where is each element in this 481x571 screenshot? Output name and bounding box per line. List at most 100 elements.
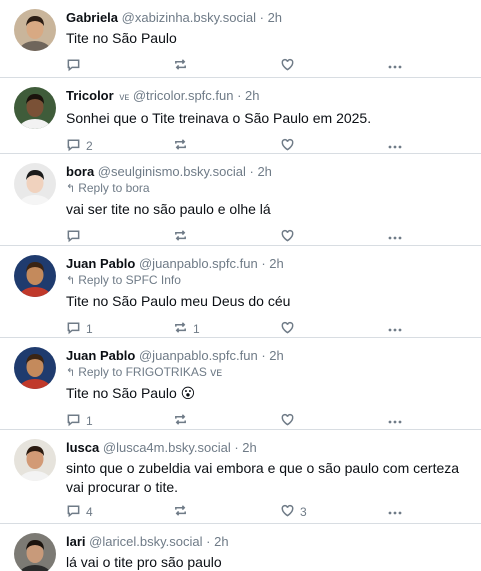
more-button[interactable] [387, 137, 403, 155]
author-name[interactable]: lari [66, 534, 86, 549]
reply-to-label[interactable]: ↰ Reply to FRIGOTRIKAS ᴠᴇ [66, 365, 473, 381]
reply-button[interactable]: 2 [66, 137, 173, 155]
author-handle[interactable]: @juanpablo.spfc.fun [139, 348, 258, 363]
author-handle[interactable]: @lusca4m.bsky.social [103, 440, 231, 455]
reply-button[interactable] [66, 228, 173, 246]
post[interactable]: bora @seulginismo.bsky.social · 2h ↰ Repl… [0, 154, 481, 246]
post-meta: Tricolor ᴠᴇ @tricolor.spfc.fun · 2h [66, 87, 473, 106]
author-handle[interactable]: @juanpablo.spfc.fun [139, 256, 258, 271]
more-button[interactable] [387, 412, 403, 430]
post[interactable]: lari @laricel.bsky.social · 2h lá vai o … [0, 524, 481, 571]
feed: Gabriela @xabizinha.bsky.social · 2h Tit… [0, 0, 481, 571]
repost-button[interactable] [173, 503, 280, 521]
repost-icon [173, 412, 188, 430]
more-icon [387, 137, 403, 155]
avatar[interactable] [14, 533, 56, 571]
like-button[interactable] [280, 412, 387, 430]
post[interactable]: Tricolor ᴠᴇ @tricolor.spfc.fun · 2h Sonh… [0, 78, 481, 154]
author-handle[interactable]: @seulginismo.bsky.social [98, 164, 246, 179]
post[interactable]: lusca @lusca4m.bsky.social · 2h sinto qu… [0, 430, 481, 524]
avatar[interactable] [14, 255, 56, 297]
reply-icon [66, 503, 81, 521]
reply-to-label[interactable]: ↰ Reply to bora [66, 181, 473, 197]
reply-arrow-icon: ↰ [66, 275, 76, 287]
post-actions: 1 1 [66, 320, 473, 338]
more-icon [387, 57, 403, 75]
post-meta: lari @laricel.bsky.social · 2h [66, 533, 473, 550]
reply-button[interactable]: 1 [66, 412, 173, 430]
repost-button[interactable] [173, 57, 280, 75]
more-icon [387, 320, 403, 338]
avatar[interactable] [14, 9, 56, 51]
post-content: lusca @lusca4m.bsky.social · 2h sinto qu… [66, 439, 473, 521]
heart-icon [280, 412, 295, 430]
reply-button[interactable]: 1 [66, 320, 173, 338]
author-handle[interactable]: @tricolor.spfc.fun [133, 88, 234, 103]
reply-button[interactable]: 4 [66, 503, 173, 521]
avatar[interactable] [14, 87, 56, 129]
more-button[interactable] [387, 320, 403, 338]
post-content: bora @seulginismo.bsky.social · 2h ↰ Repl… [66, 163, 473, 246]
like-button[interactable] [280, 320, 387, 338]
post-actions [66, 228, 473, 246]
author-handle[interactable]: @xabizinha.bsky.social [122, 10, 256, 25]
more-icon [387, 503, 403, 521]
reply-icon [66, 137, 81, 155]
repost-button[interactable] [173, 137, 280, 155]
post-time: · 2h [234, 440, 257, 455]
post[interactable]: Juan Pablo @juanpablo.spfc.fun · 2h ↰ Rep… [0, 246, 481, 338]
repost-button[interactable]: 1 [173, 320, 280, 338]
post-text: lá vai o tite pro são paulo [66, 554, 222, 570]
post-content: Juan Pablo @juanpablo.spfc.fun · 2h ↰ Rep… [66, 255, 473, 338]
like-button[interactable] [280, 228, 387, 246]
post-text: Sonhei que o Tite treinava o São Paulo e… [66, 110, 372, 126]
reply-to-label[interactable]: ↰ Reply to SPFC Info [66, 273, 473, 289]
post-actions: 4 3 [66, 503, 473, 521]
post-actions [66, 57, 473, 75]
more-button[interactable] [387, 503, 403, 521]
post-text: vai ser tite no são paulo e olhe lá [66, 201, 271, 217]
author-name[interactable]: lusca [66, 440, 99, 455]
reply-arrow-icon: ↰ [66, 183, 76, 195]
more-icon [387, 228, 403, 246]
author-badge: ᴠᴇ [119, 92, 130, 103]
post-content: Juan Pablo @juanpablo.spfc.fun · 2h ↰ Rep… [66, 347, 473, 430]
post[interactable]: Juan Pablo @juanpablo.spfc.fun · 2h ↰ Rep… [0, 338, 481, 430]
post-text: sinto que o zubeldia vai embora e que o … [66, 460, 460, 495]
post-time: · 2h [249, 164, 272, 179]
reply-arrow-icon: ↰ [66, 367, 76, 379]
post-time: · 2h [237, 88, 260, 103]
reply-icon [66, 412, 81, 430]
reply-count: 4 [86, 505, 93, 519]
repost-button[interactable] [173, 228, 280, 246]
post-actions: 1 [66, 412, 473, 430]
post-meta: Juan Pablo @juanpablo.spfc.fun · 2h [66, 255, 473, 272]
author-name[interactable]: Gabriela [66, 10, 118, 25]
avatar[interactable] [14, 163, 56, 205]
reply-to-text: Reply to FRIGOTRIKAS ᴠᴇ [78, 365, 223, 379]
more-button[interactable] [387, 57, 403, 75]
more-button[interactable] [387, 228, 403, 246]
author-name[interactable]: Juan Pablo [66, 256, 135, 271]
avatar[interactable] [14, 347, 56, 389]
heart-icon [280, 320, 295, 338]
post[interactable]: Gabriela @xabizinha.bsky.social · 2h Tit… [0, 0, 481, 78]
post-meta: bora @seulginismo.bsky.social · 2h [66, 163, 473, 180]
post-content: lari @laricel.bsky.social · 2h lá vai o … [66, 533, 473, 571]
repost-count: 1 [193, 322, 200, 336]
repost-button[interactable] [173, 412, 280, 430]
like-button[interactable] [280, 137, 387, 155]
heart-icon [280, 57, 295, 75]
author-handle[interactable]: @laricel.bsky.social [89, 534, 202, 549]
reply-count: 2 [86, 139, 93, 153]
like-count: 3 [300, 505, 307, 519]
avatar[interactable] [14, 439, 56, 481]
like-button[interactable] [280, 57, 387, 75]
reply-button[interactable] [66, 57, 173, 75]
author-name[interactable]: bora [66, 164, 94, 179]
author-name[interactable]: Juan Pablo [66, 348, 135, 363]
author-name[interactable]: Tricolor [66, 88, 114, 103]
post-meta: lusca @lusca4m.bsky.social · 2h [66, 439, 473, 456]
like-button[interactable]: 3 [280, 503, 387, 521]
reply-to-text: Reply to SPFC Info [78, 273, 181, 287]
